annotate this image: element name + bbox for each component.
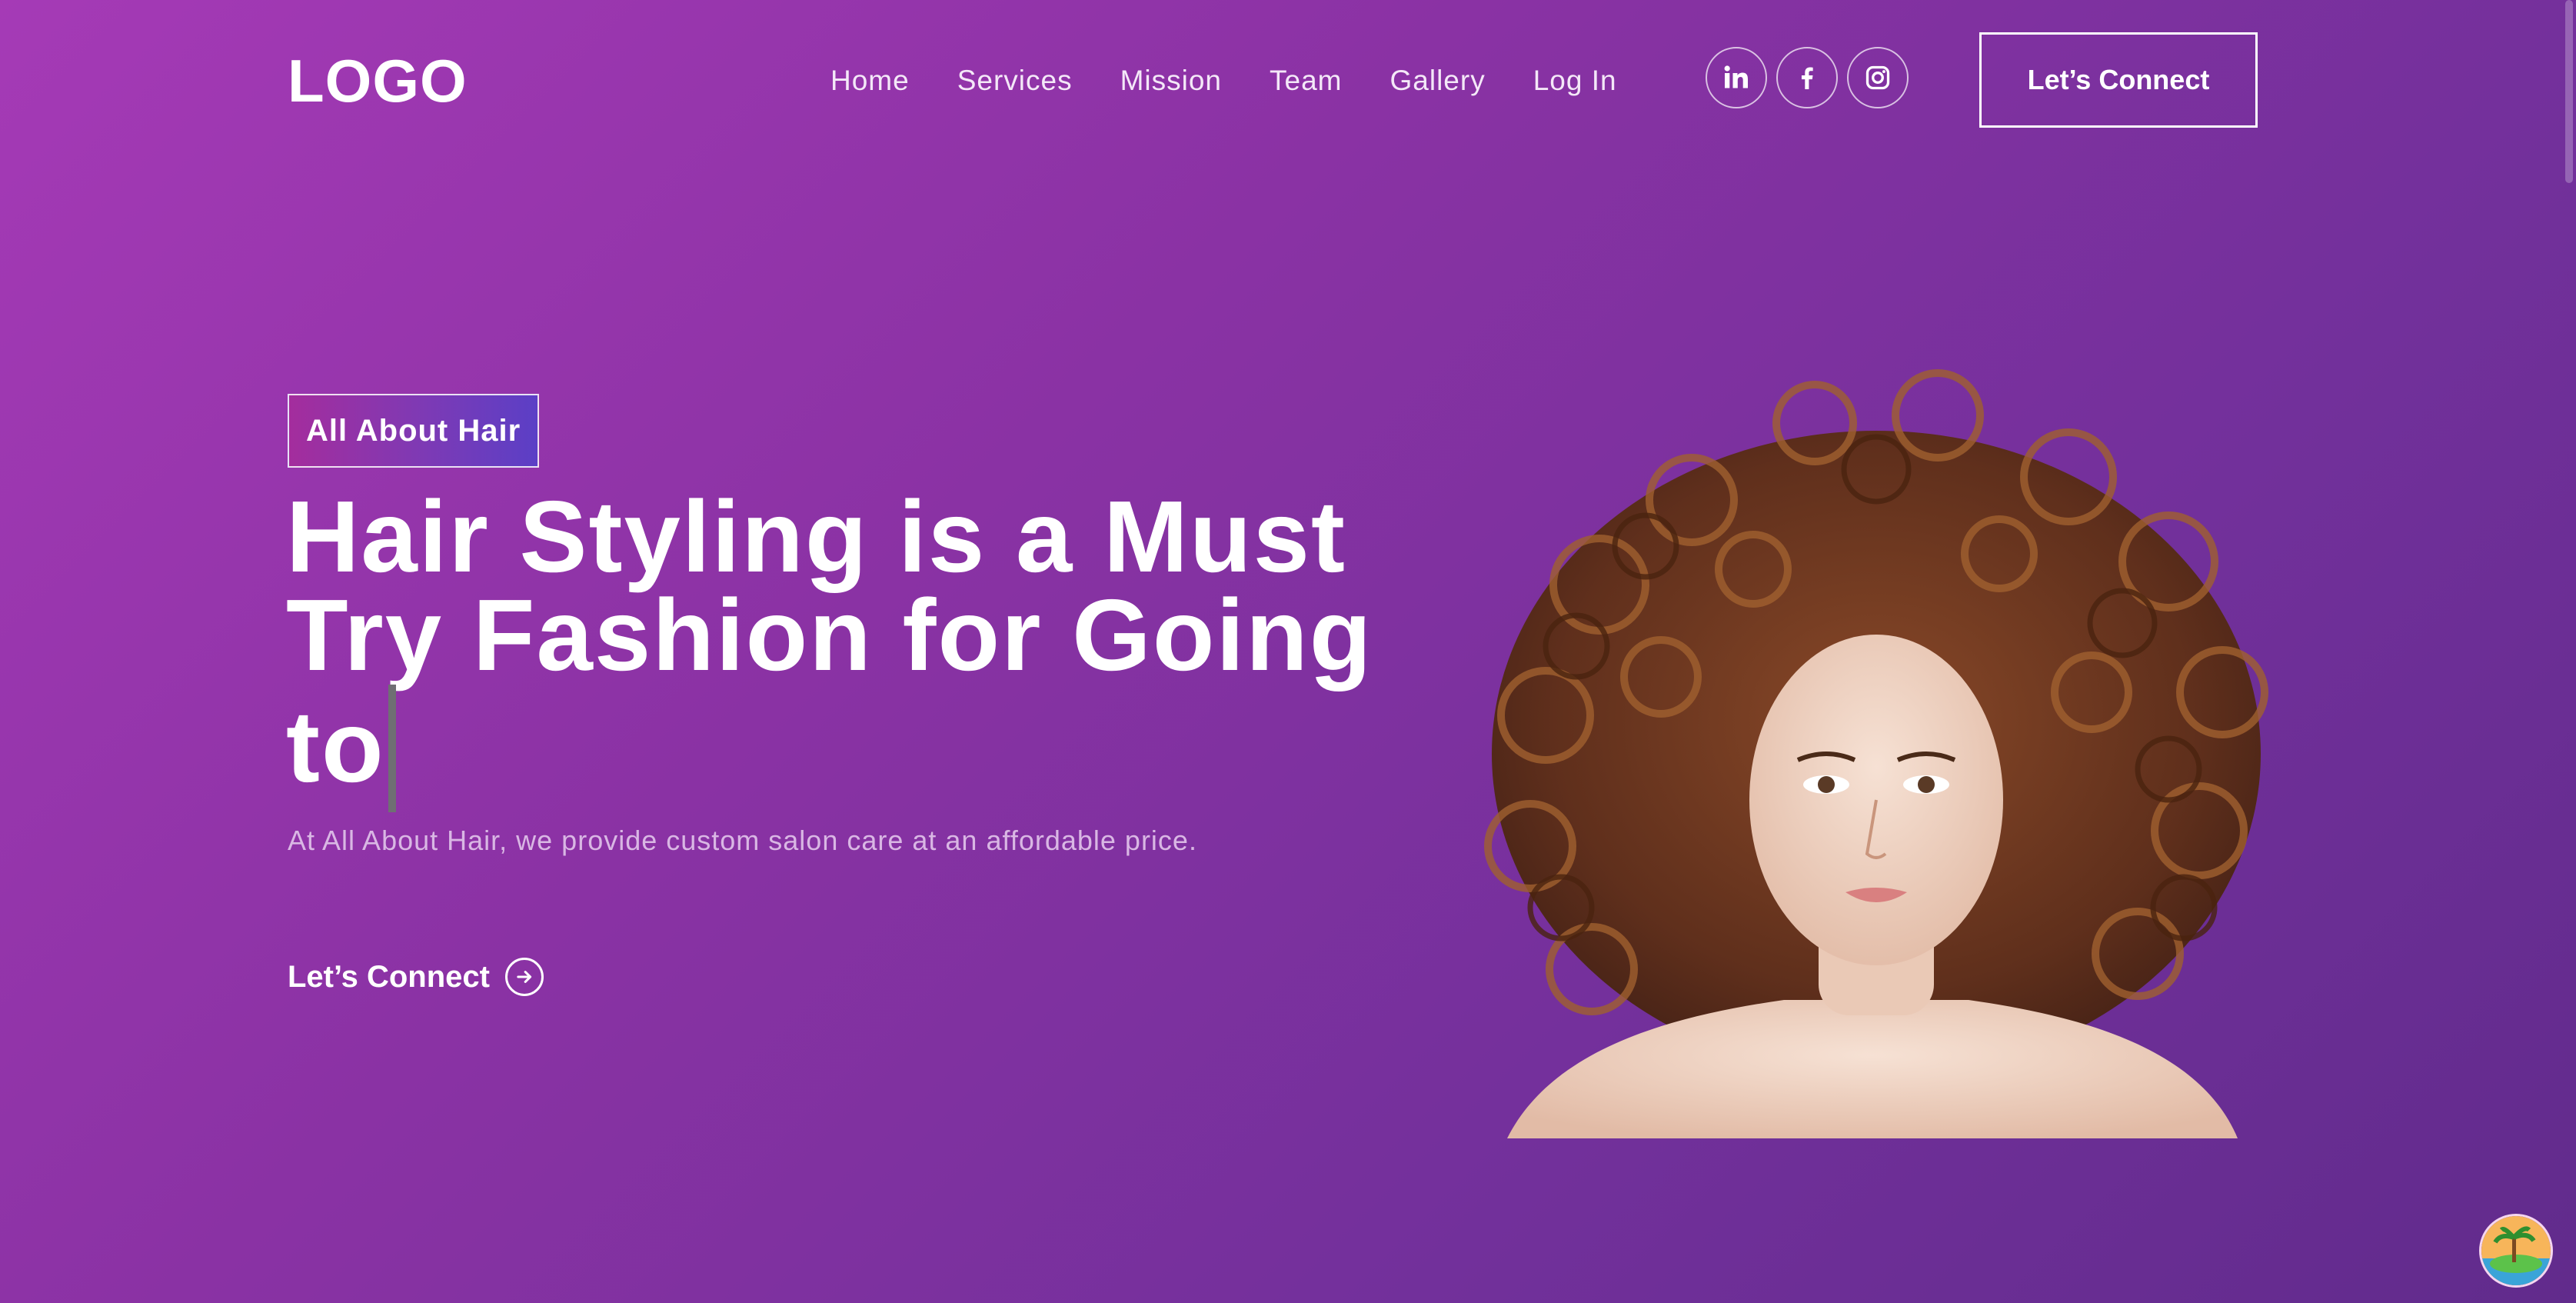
logo[interactable]: LOGO [288,46,468,115]
hero-headline: Hair Styling is a Must Try Fashion for G… [286,486,1378,812]
instagram-icon[interactable] [1847,47,1909,108]
island-avatar-icon[interactable] [2479,1214,2553,1288]
brand-tag: All About Hair [288,394,540,468]
hero-headline-text: Hair Styling is a Must Try Fashion for G… [286,480,1373,803]
hero-image [1484,369,2268,1138]
nav-home[interactable]: Home [830,65,910,97]
linkedin-icon[interactable] [1706,47,1767,108]
nav-mission[interactable]: Mission [1120,65,1222,97]
hero-cta-label: Let’s Connect [288,959,490,994]
nav-services[interactable]: Services [957,65,1073,97]
landing-page: LOGO Home Services Mission Team Gallery … [0,0,2576,1303]
social-links [1706,47,1909,108]
lets-connect-button[interactable]: Let’s Connect [1979,32,2258,128]
text-caret [388,685,396,812]
nav-team[interactable]: Team [1270,65,1342,97]
hero-subtext: At All About Hair, we provide custom sal… [288,825,1197,856]
arrow-right-circle-icon [505,958,544,996]
hero-cta-link[interactable]: Let’s Connect [288,958,544,996]
nav-log-in[interactable]: Log In [1533,65,1617,97]
shoulders [1507,1000,2238,1138]
facebook-icon[interactable] [1776,47,1838,108]
nav-gallery[interactable]: Gallery [1390,65,1486,97]
scrollbar-thumb[interactable] [2565,0,2573,183]
main-nav: Home Services Mission Team Gallery Log I… [830,57,1617,105]
